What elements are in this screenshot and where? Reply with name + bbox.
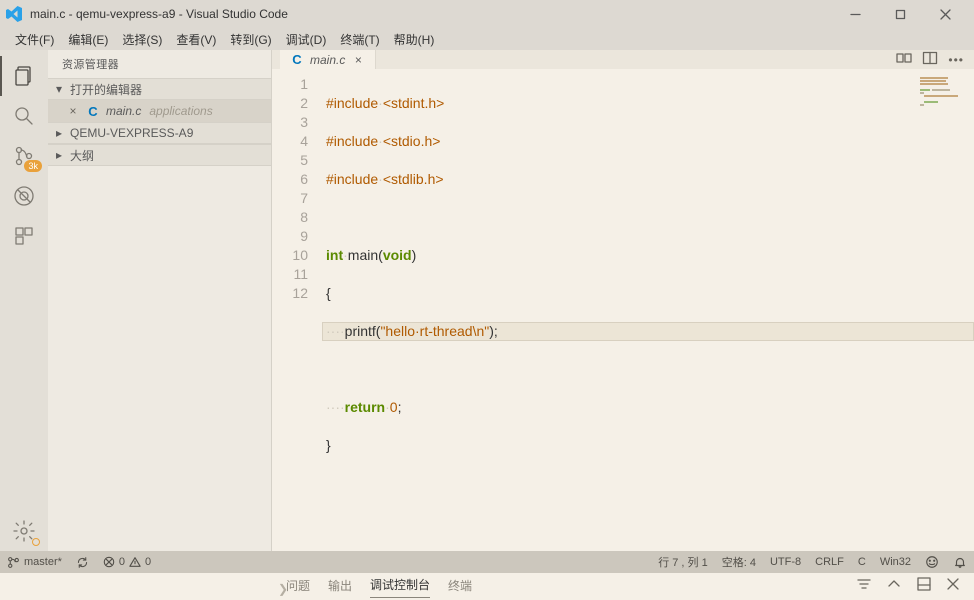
editor-group: C main.c × ••• 123 456 789 101112 #inclu…	[272, 50, 974, 551]
close-icon[interactable]: ×	[351, 53, 365, 67]
more-icon[interactable]: •••	[948, 53, 964, 67]
panel-tabs: 问题 输出 调试控制台 终端	[272, 570, 974, 600]
extensions-activity-icon[interactable]	[0, 216, 48, 256]
sidebar-title: 资源管理器	[48, 50, 271, 78]
collapse-icon[interactable]	[886, 576, 902, 595]
chevron-right-icon[interactable]: ❯	[278, 582, 288, 596]
status-sync[interactable]	[69, 551, 96, 573]
window-controls	[833, 2, 968, 26]
minimize-button[interactable]	[833, 2, 878, 26]
panel-tab-output[interactable]: 输出	[328, 573, 352, 598]
scm-badge: 3k	[24, 160, 42, 172]
close-button[interactable]	[923, 2, 968, 26]
close-panel-icon[interactable]	[946, 577, 960, 594]
menu-help[interactable]: 帮助(H)	[387, 29, 442, 50]
window-title: main.c - qemu-vexpress-a9 - Visual Studi…	[30, 7, 833, 21]
c-file-icon: C	[86, 104, 100, 119]
folder-section[interactable]: ▸ QEMU-VEXPRESS-A9	[48, 122, 271, 144]
menu-terminal[interactable]: 终端(T)	[333, 29, 386, 50]
debug-activity-icon[interactable]	[0, 176, 48, 216]
settings-activity-icon[interactable]	[0, 511, 48, 551]
explorer-activity-icon[interactable]	[0, 56, 48, 96]
menu-view[interactable]: 查看(V)	[169, 29, 223, 50]
chevron-down-icon: ▾	[52, 82, 66, 96]
c-file-icon: C	[290, 52, 304, 67]
line-gutter: 123 456 789 101112	[272, 69, 322, 569]
open-editor-filename: main.c	[106, 104, 141, 118]
editor-actions: •••	[886, 50, 974, 69]
panel-tab-problems[interactable]: 问题	[286, 573, 310, 598]
search-activity-icon[interactable]	[0, 96, 48, 136]
open-editor-item[interactable]: × C main.c applications	[48, 100, 271, 122]
vscode-logo-icon	[6, 6, 22, 22]
clear-icon[interactable]	[856, 576, 872, 595]
open-editors-label: 打开的编辑器	[70, 81, 142, 98]
maximize-panel-icon[interactable]	[916, 576, 932, 595]
menu-file[interactable]: 文件(F)	[8, 29, 61, 50]
title-bar: main.c - qemu-vexpress-a9 - Visual Studi…	[0, 0, 974, 28]
scm-activity-icon[interactable]: 3k	[0, 136, 48, 176]
activity-bar: 3k	[0, 50, 48, 551]
editor-tabs: C main.c × •••	[272, 50, 974, 69]
editor-tab[interactable]: C main.c ×	[280, 50, 376, 69]
chevron-right-icon: ▸	[52, 148, 66, 162]
menu-debug[interactable]: 调试(D)	[279, 29, 334, 50]
open-editors-section[interactable]: ▾ 打开的编辑器	[48, 78, 271, 100]
panel-tab-debug-console[interactable]: 调试控制台	[370, 572, 430, 598]
menu-selection[interactable]: 选择(S)	[115, 29, 169, 50]
open-editor-path: applications	[149, 104, 212, 118]
tab-label: main.c	[310, 53, 345, 67]
minimap[interactable]	[918, 75, 974, 119]
panel-tab-terminal[interactable]: 终端	[448, 573, 472, 598]
chevron-right-icon: ▸	[52, 126, 66, 140]
status-problems[interactable]: 0 0	[96, 551, 158, 573]
menu-go[interactable]: 转到(G)	[223, 29, 278, 50]
panel-actions	[856, 576, 960, 595]
compare-icon[interactable]	[896, 50, 912, 69]
outline-label: 大纲	[70, 147, 94, 164]
status-branch[interactable]: master*	[0, 551, 69, 573]
close-icon[interactable]: ×	[66, 104, 80, 118]
maximize-button[interactable]	[878, 2, 923, 26]
code-lines[interactable]: #include·<stdint.h> #include·<stdio.h> #…	[322, 69, 974, 569]
bottom-panel: 问题 输出 调试控制台 终端 ❯	[272, 569, 974, 600]
folder-label: QEMU-VEXPRESS-A9	[70, 126, 193, 140]
split-editor-icon[interactable]	[922, 50, 938, 69]
explorer-sidebar: 资源管理器 ▾ 打开的编辑器 × C main.c applications ▸…	[48, 50, 272, 551]
menu-bar: 文件(F) 编辑(E) 选择(S) 查看(V) 转到(G) 调试(D) 终端(T…	[0, 28, 974, 50]
outline-section[interactable]: ▸ 大纲	[48, 144, 271, 166]
code-editor[interactable]: 123 456 789 101112 #include·<stdint.h> #…	[272, 69, 974, 569]
menu-edit[interactable]: 编辑(E)	[61, 29, 115, 50]
